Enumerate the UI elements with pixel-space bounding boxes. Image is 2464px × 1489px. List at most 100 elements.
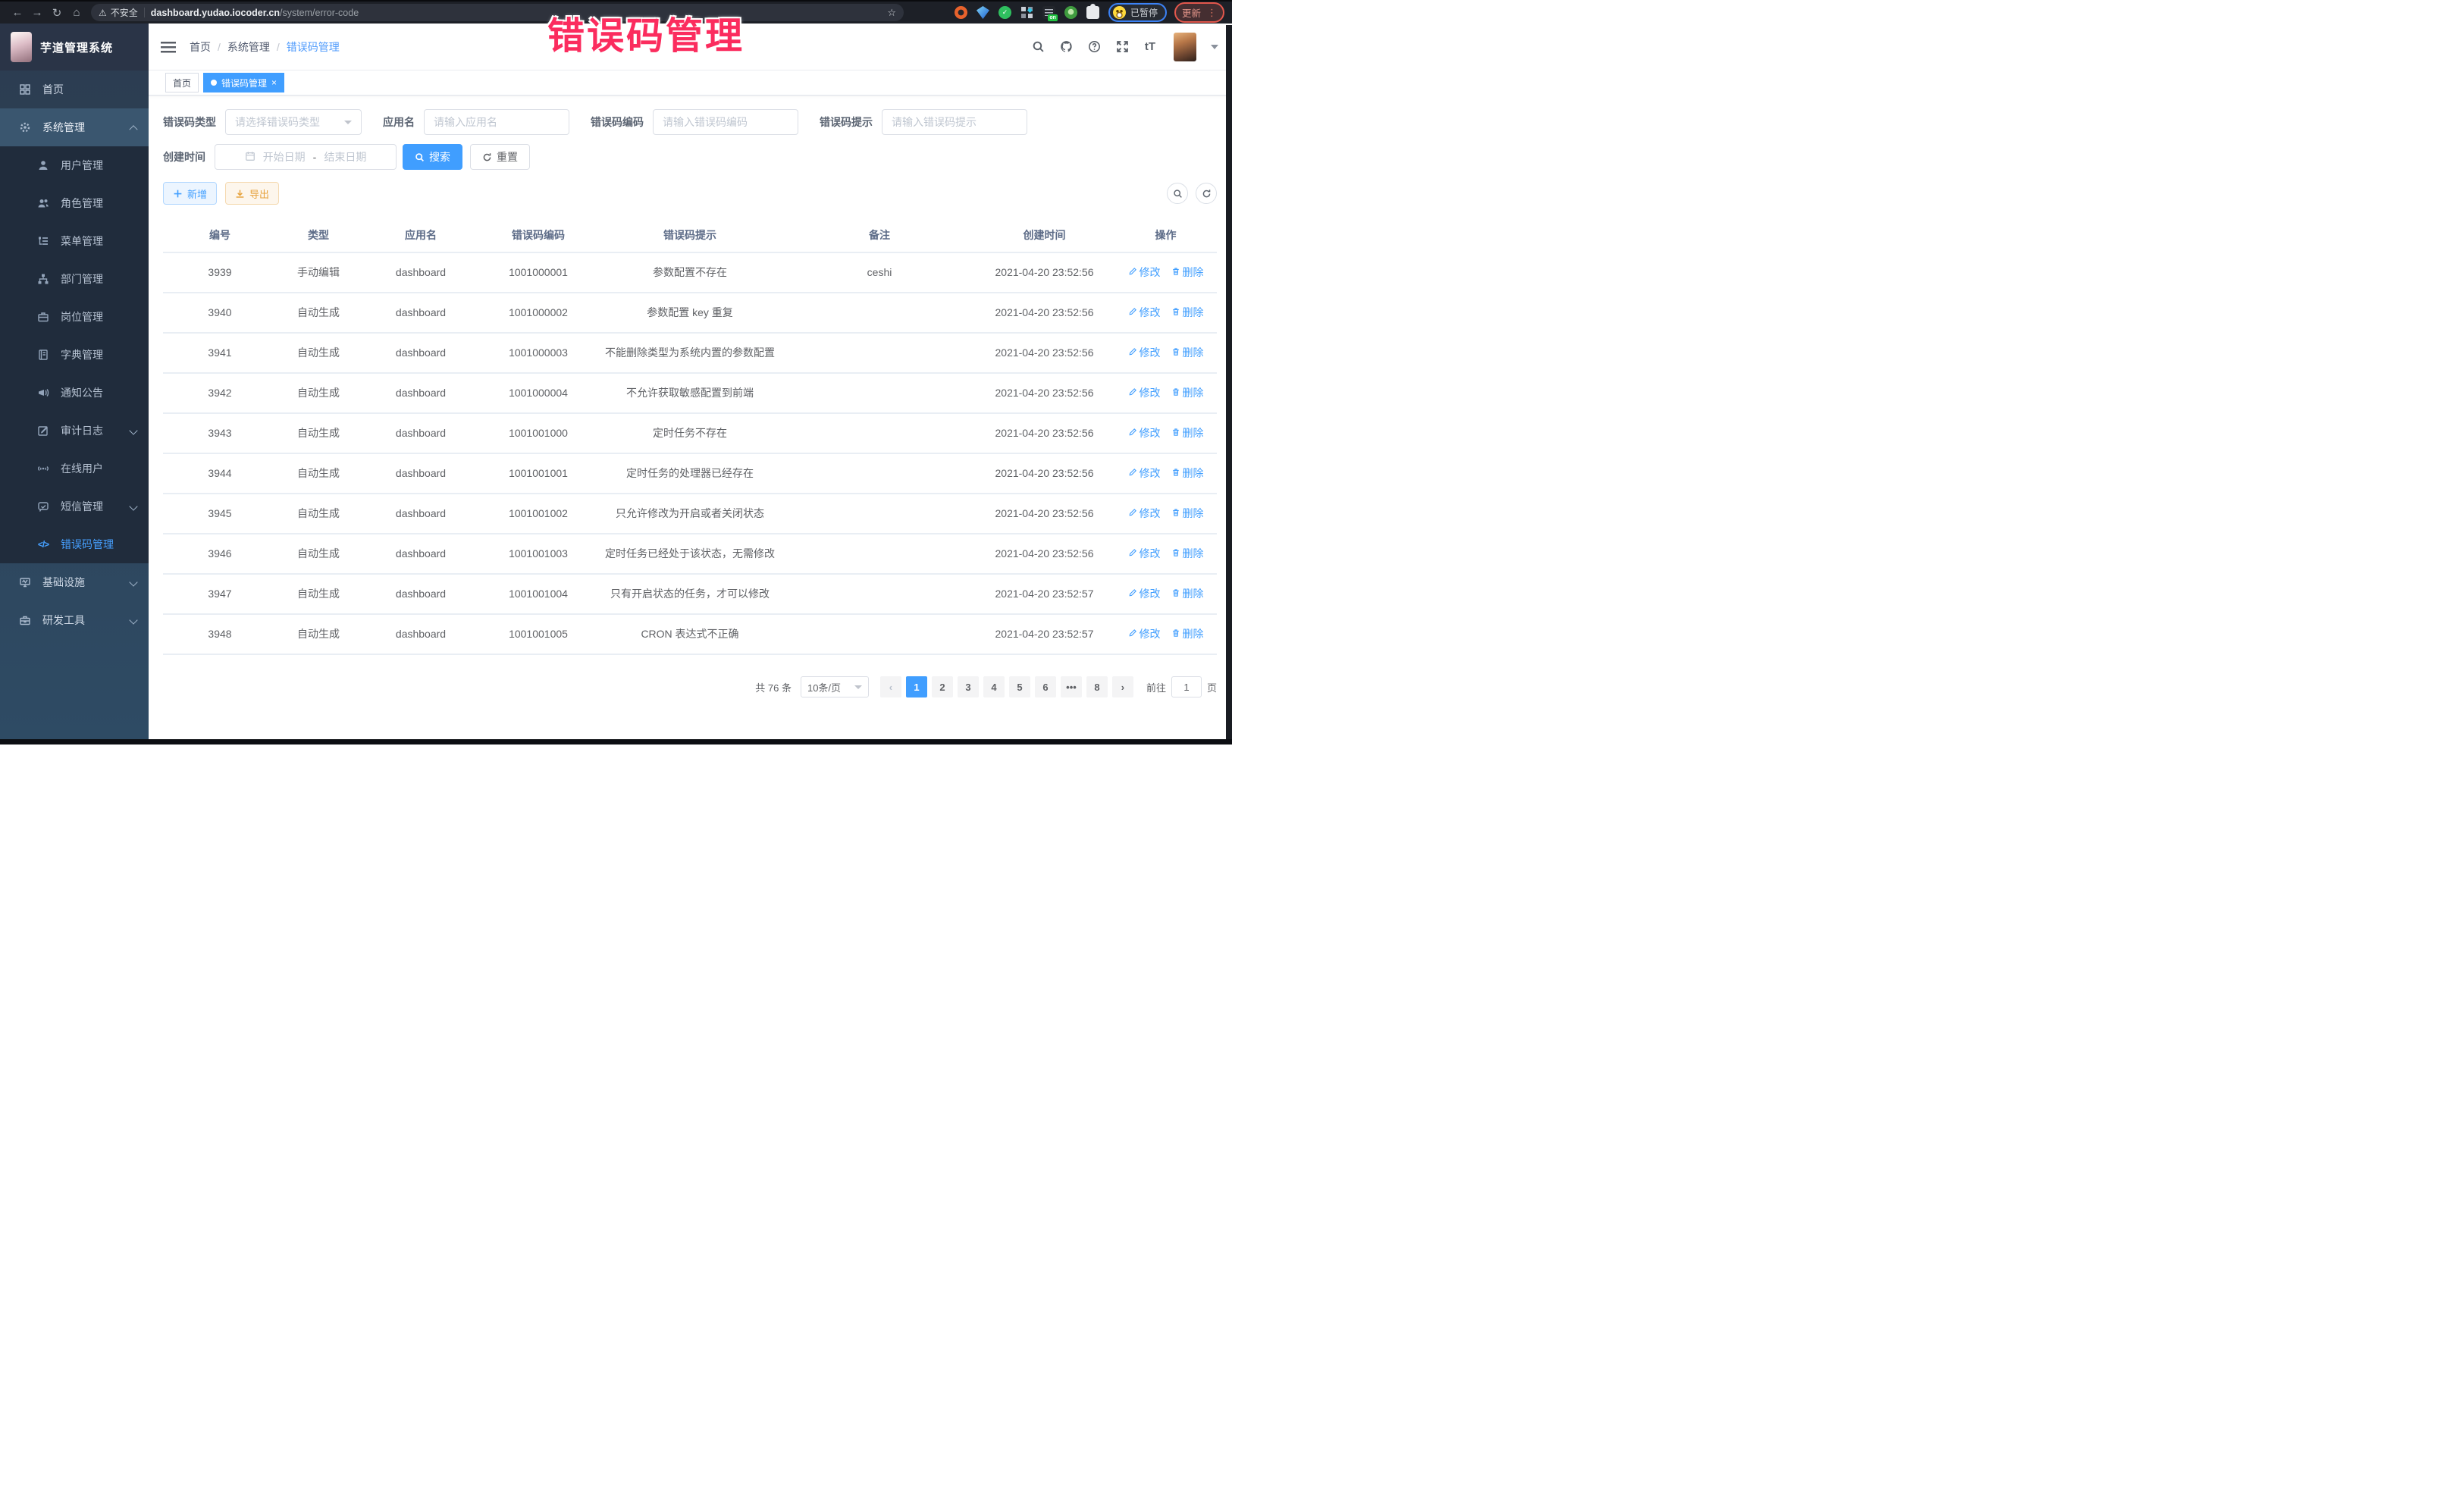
edit-link[interactable]: 修改 xyxy=(1128,546,1161,562)
sidebar-item-8[interactable]: 通知公告 xyxy=(0,374,149,412)
page-size-select[interactable]: 10条/页 xyxy=(801,676,869,697)
next-page-button[interactable]: › xyxy=(1112,676,1133,697)
breadcrumb-system[interactable]: 系统管理 xyxy=(227,39,270,55)
sidebar-item-3[interactable]: 角色管理 xyxy=(0,184,149,222)
bookmark-star-icon[interactable]: ☆ xyxy=(887,7,896,19)
cell-actions: 修改删除 xyxy=(1114,534,1217,574)
hamburger-icon[interactable] xyxy=(161,41,176,53)
edit-link[interactable]: 修改 xyxy=(1128,626,1161,642)
sidebar-item-9[interactable]: 审计日志 xyxy=(0,412,149,450)
scrollbar-strip[interactable] xyxy=(1226,25,1232,739)
sidebar-item-10[interactable]: 在线用户 xyxy=(0,450,149,487)
gem-extension[interactable] xyxy=(977,6,989,19)
app-name-input[interactable]: 请输入应用名 xyxy=(424,109,569,135)
sidebar-item-12[interactable]: </>错误码管理 xyxy=(0,525,149,563)
back-icon[interactable]: ← xyxy=(8,6,27,19)
page-button-8[interactable]: 8 xyxy=(1086,676,1108,697)
breadcrumb-home[interactable]: 首页 xyxy=(190,39,211,55)
toggle-search-button[interactable] xyxy=(1167,183,1188,204)
github-icon[interactable] xyxy=(1058,39,1074,55)
monkey-extension[interactable] xyxy=(1064,6,1077,19)
delete-icon xyxy=(1171,385,1180,401)
export-button[interactable]: 导出 xyxy=(225,182,279,205)
grid-extension[interactable] xyxy=(1020,6,1033,19)
prev-page-button[interactable]: ‹ xyxy=(880,676,901,697)
browser-update-button[interactable]: 更新 ⋮ xyxy=(1174,2,1224,23)
refresh-button[interactable] xyxy=(1196,183,1217,204)
sidebar-item-label: 短信管理 xyxy=(61,499,103,514)
page-button-5[interactable]: 5 xyxy=(1009,676,1030,697)
more-pages-icon[interactable]: ••• xyxy=(1061,676,1082,697)
edit-link[interactable]: 修改 xyxy=(1128,506,1161,522)
shield-extension[interactable] xyxy=(955,6,967,19)
sidebar-item-2[interactable]: 用户管理 xyxy=(0,146,149,184)
search-button[interactable]: 搜索 xyxy=(403,144,462,170)
caret-down-icon[interactable] xyxy=(1211,45,1218,49)
edit-link[interactable]: 修改 xyxy=(1128,586,1161,602)
main: 首页 / 系统管理 / 错误码管理 xyxy=(149,24,1232,739)
sidebar-item-7[interactable]: 字典管理 xyxy=(0,336,149,374)
page-button-2[interactable]: 2 xyxy=(932,676,953,697)
add-button[interactable]: 新增 xyxy=(163,182,217,205)
date-range-picker[interactable]: 开始日期 - 结束日期 xyxy=(215,144,397,170)
page-button-4[interactable]: 4 xyxy=(983,676,1005,697)
help-icon[interactable] xyxy=(1086,39,1102,55)
delete-link[interactable]: 删除 xyxy=(1171,506,1204,522)
cell-id: 3947 xyxy=(163,574,277,614)
sidebar-item-11[interactable]: 短信管理 xyxy=(0,487,149,525)
sidebar-item-6[interactable]: 岗位管理 xyxy=(0,298,149,336)
kebab-menu-icon[interactable]: ⋮ xyxy=(1207,8,1217,17)
delete-link[interactable]: 删除 xyxy=(1171,546,1204,562)
error-code-input[interactable]: 请输入错误码编码 xyxy=(653,109,798,135)
avatar[interactable] xyxy=(1174,33,1196,61)
close-icon[interactable]: × xyxy=(271,78,277,87)
page-button-1[interactable]: 1 xyxy=(906,676,927,697)
page-button-3[interactable]: 3 xyxy=(958,676,979,697)
error-type-select[interactable]: 请选择错误码类型 xyxy=(225,109,362,135)
delete-link[interactable]: 删除 xyxy=(1171,305,1204,321)
check-extension[interactable]: ✓ xyxy=(998,6,1011,19)
goto-page-input[interactable]: 1 xyxy=(1171,676,1202,697)
error-msg-input[interactable]: 请输入错误码提示 xyxy=(882,109,1027,135)
delete-link[interactable]: 删除 xyxy=(1171,385,1204,401)
page-button-6[interactable]: 6 xyxy=(1035,676,1056,697)
fullscreen-icon[interactable] xyxy=(1114,39,1130,55)
calendar-icon xyxy=(245,151,255,164)
list-on-extension[interactable] xyxy=(1042,6,1055,19)
sidebar-item-1[interactable]: 系统管理 xyxy=(0,108,149,146)
edit-link[interactable]: 修改 xyxy=(1128,425,1161,441)
sidebar-item-13[interactable]: 基础设施 xyxy=(0,563,149,601)
sidebar-item-4[interactable]: 菜单管理 xyxy=(0,222,149,260)
cell-time: 2021-04-20 23:52:56 xyxy=(974,373,1114,413)
edit-link[interactable]: 修改 xyxy=(1128,466,1161,481)
edit-link[interactable]: 修改 xyxy=(1128,345,1161,361)
search-icon[interactable] xyxy=(1030,39,1045,55)
home-icon[interactable]: ⌂ xyxy=(67,6,86,19)
browser-profile-chip[interactable]: 已暂停 xyxy=(1108,3,1167,22)
delete-link[interactable]: 删除 xyxy=(1171,466,1204,481)
table-row: 3940自动生成dashboard1001000002参数配置 key 重复20… xyxy=(163,293,1217,333)
tag-1[interactable]: 错误码管理× xyxy=(203,73,284,92)
reset-button[interactable]: 重置 xyxy=(470,144,530,170)
delete-link[interactable]: 删除 xyxy=(1171,626,1204,642)
sidebar-item-14[interactable]: 研发工具 xyxy=(0,601,149,639)
delete-link[interactable]: 删除 xyxy=(1171,345,1204,361)
edit-link[interactable]: 修改 xyxy=(1128,265,1161,281)
notice-icon xyxy=(36,386,50,400)
delete-link[interactable]: 删除 xyxy=(1171,586,1204,602)
user-icon xyxy=(36,158,50,172)
address-bar[interactable]: ⚠ 不安全 dashboard.yudao.iocoder.cn /system… xyxy=(91,4,904,21)
delete-link[interactable]: 删除 xyxy=(1171,425,1204,441)
edit-link[interactable]: 修改 xyxy=(1128,305,1161,321)
sidebar-item-5[interactable]: 部门管理 xyxy=(0,260,149,298)
font-size-icon[interactable]: tT xyxy=(1143,39,1158,55)
edit-icon xyxy=(1128,305,1137,321)
tag-0[interactable]: 首页 xyxy=(165,73,199,92)
delete-link[interactable]: 删除 xyxy=(1171,265,1204,281)
reload-icon[interactable]: ↻ xyxy=(47,6,67,20)
sidebar-item-0[interactable]: 首页 xyxy=(0,71,149,108)
edit-link[interactable]: 修改 xyxy=(1128,385,1161,401)
cell-app: dashboard xyxy=(360,534,481,574)
forward-icon[interactable]: → xyxy=(27,6,47,19)
puzzle-extension[interactable] xyxy=(1086,6,1099,19)
